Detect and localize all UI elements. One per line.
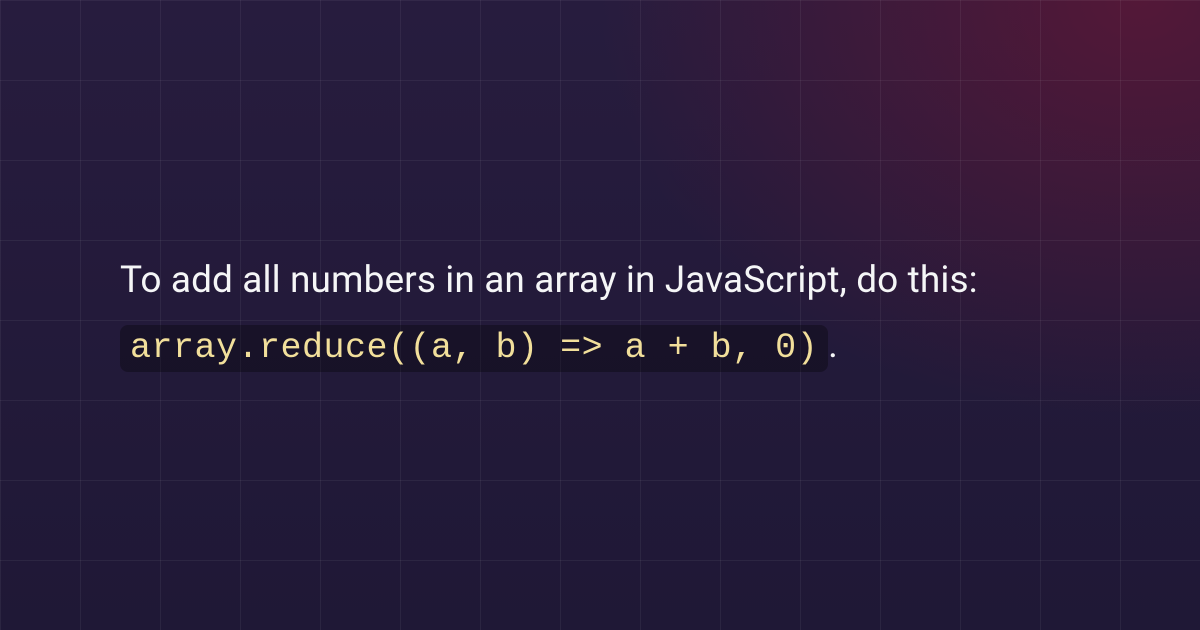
tip-code-snippet: array.reduce((a, b) => a + b, 0): [120, 325, 828, 372]
content-area: To add all numbers in an array in JavaSc…: [0, 0, 1200, 630]
tip-paragraph: To add all numbers in an array in JavaSc…: [120, 249, 1080, 381]
tip-trail-text: .: [828, 324, 838, 367]
tip-lead-text: To add all numbers in an array in JavaSc…: [120, 259, 978, 302]
